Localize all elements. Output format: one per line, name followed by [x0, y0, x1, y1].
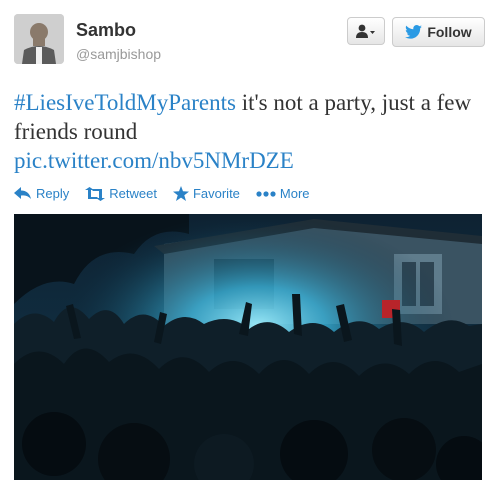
user-handle[interactable]: @samjbishop: [76, 46, 161, 62]
retweet-action[interactable]: Retweet: [85, 186, 157, 201]
more-dots-icon: [256, 190, 276, 197]
star-icon: [172, 186, 189, 201]
follow-label: Follow: [427, 24, 472, 40]
retweet-label: Retweet: [109, 186, 157, 201]
more-label: More: [279, 186, 310, 201]
reply-icon: [14, 187, 31, 199]
follow-button[interactable]: Follow: [392, 17, 485, 47]
avatar[interactable]: [14, 14, 64, 64]
tweet-actions: Reply Retweet Favorite More: [14, 186, 310, 201]
favorite-action[interactable]: Favorite: [172, 186, 240, 201]
reply-action[interactable]: Reply: [14, 186, 69, 201]
retweet-icon: [85, 186, 106, 201]
favorite-label: Favorite: [192, 186, 240, 201]
tweet-media-photo[interactable]: [14, 214, 482, 480]
tweet-card: Sambo @samjbishop Follow #LiesIveToldMyP…: [0, 0, 500, 494]
media-link[interactable]: pic.twitter.com/nbv5NMrDZE: [14, 148, 294, 173]
user-name[interactable]: Sambo: [76, 20, 136, 41]
tweet-text: #LiesIveToldMyParents it's not a party, …: [14, 88, 484, 175]
user-actions-dropdown[interactable]: [347, 17, 385, 45]
party-crowd-photo: [14, 214, 482, 480]
user-icon: [356, 24, 375, 38]
avatar-image: [14, 14, 64, 64]
reply-label: Reply: [36, 186, 70, 201]
twitter-bird-icon: [405, 25, 423, 39]
more-action[interactable]: More: [256, 186, 310, 201]
hashtag-link[interactable]: #LiesIveToldMyParents: [14, 90, 236, 115]
